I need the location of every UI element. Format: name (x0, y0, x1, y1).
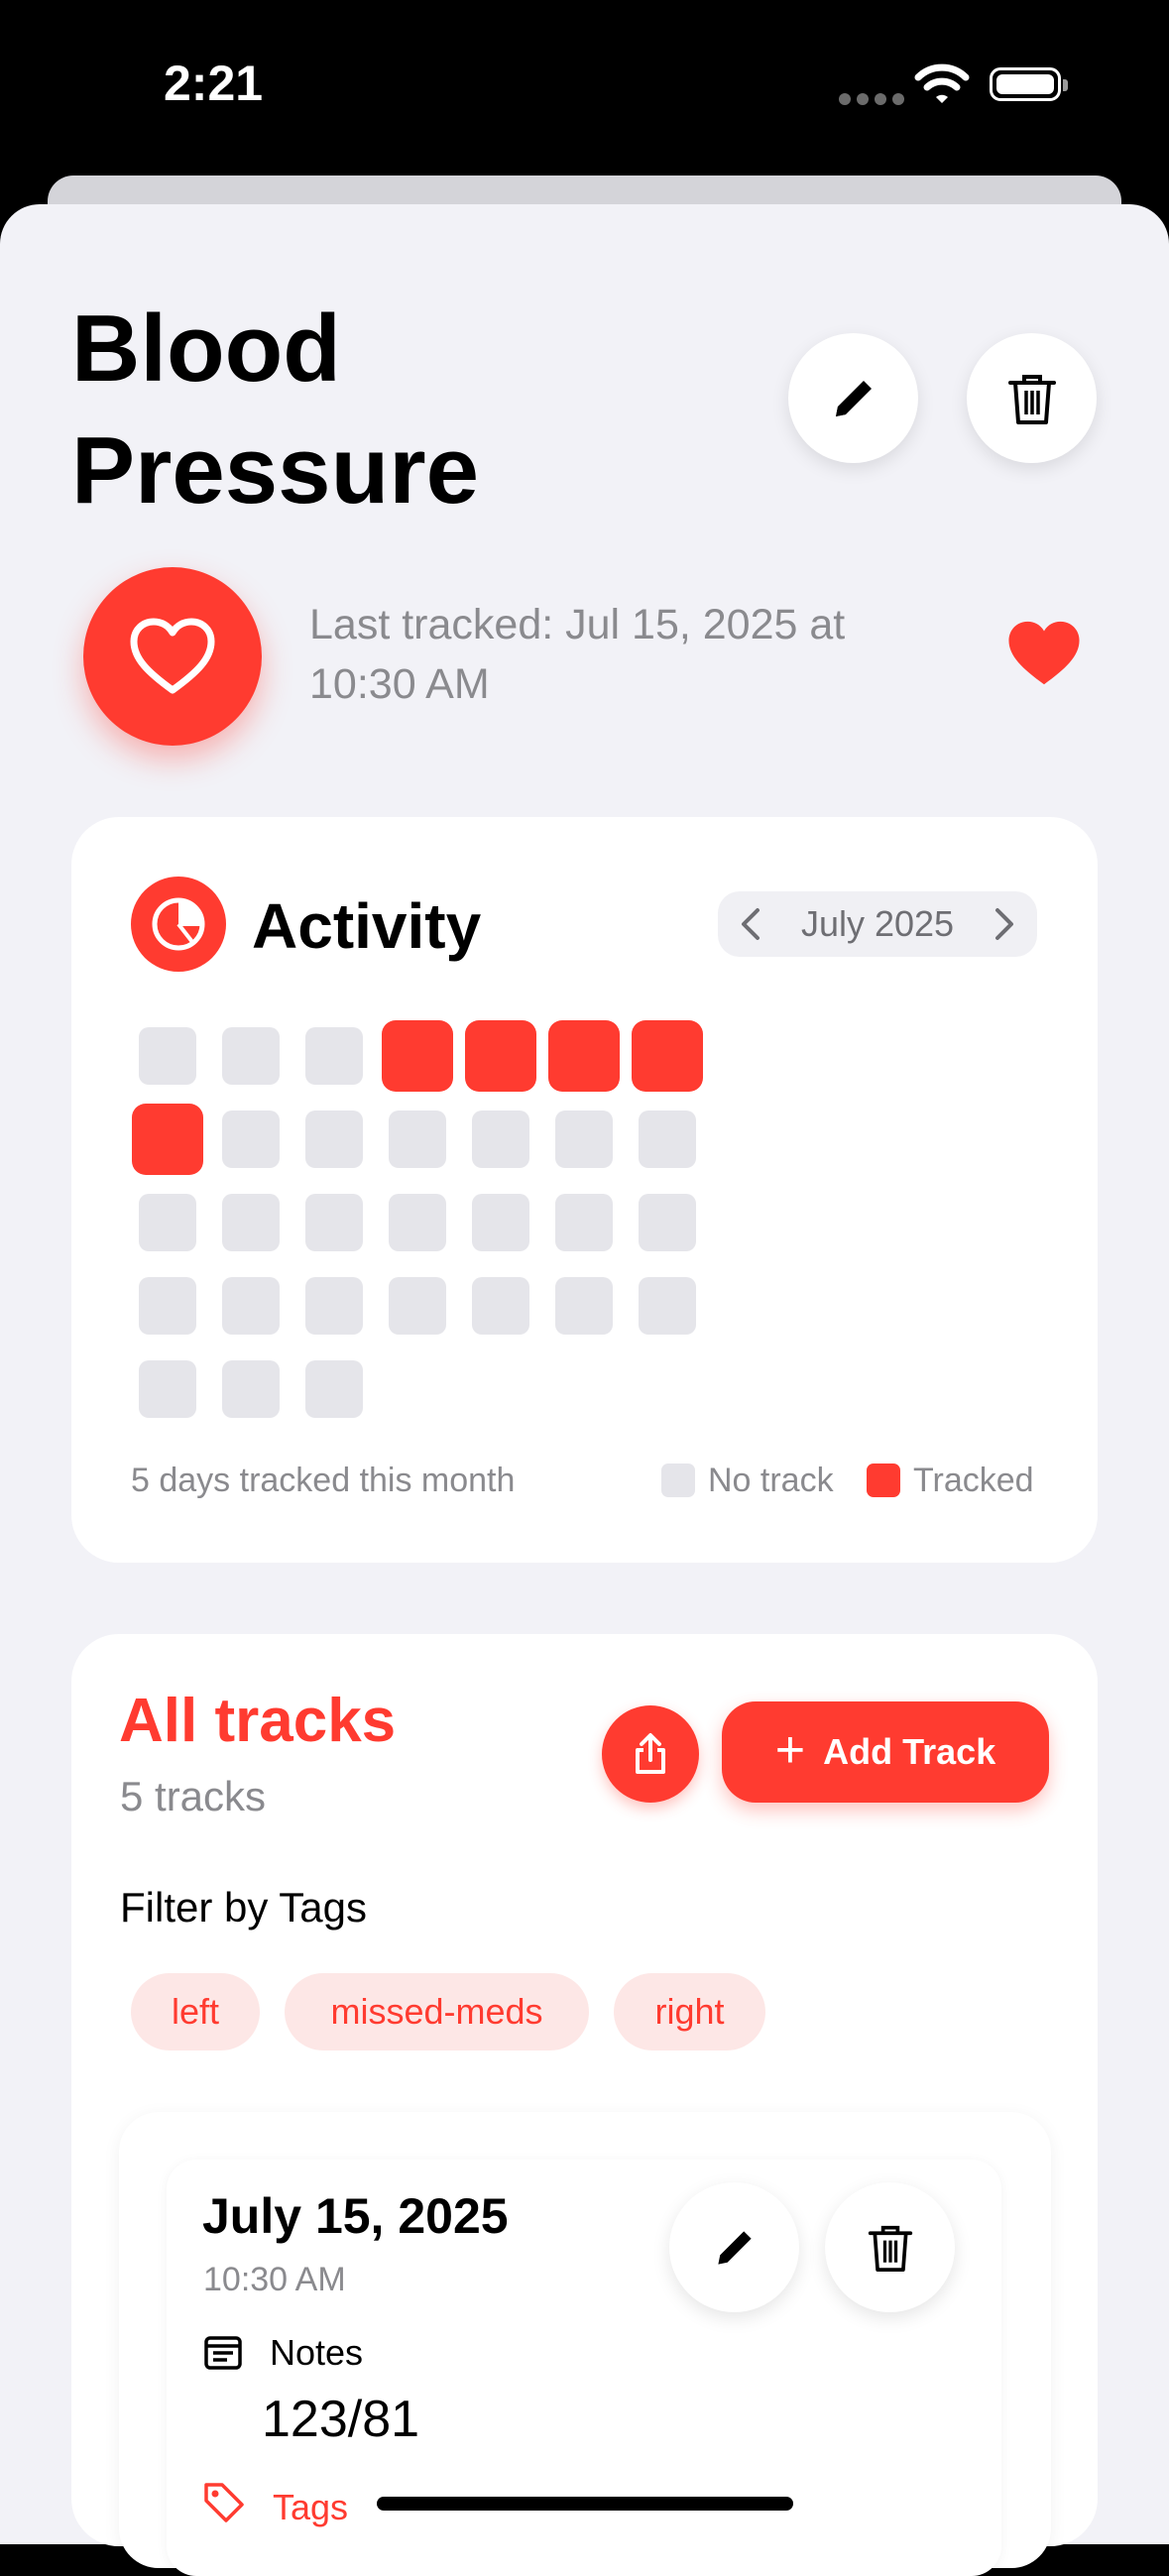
calendar-day[interactable] (389, 1277, 446, 1335)
calendar-day-tracked[interactable] (632, 1020, 703, 1092)
track-entry-edit-button[interactable] (669, 2182, 799, 2312)
share-button[interactable] (602, 1705, 699, 1803)
chevron-left-icon[interactable] (740, 907, 761, 941)
wifi-icon (914, 63, 970, 103)
tracks-count: 5 tracks (120, 1773, 267, 1819)
chevron-right-icon[interactable] (994, 907, 1015, 941)
activity-title: Activity (252, 890, 482, 962)
legend-tracked-label: Tracked (913, 1462, 1034, 1499)
calendar-day[interactable] (639, 1194, 696, 1251)
month-selector: July 2025 (718, 891, 1037, 957)
calendar-day[interactable] (139, 1194, 196, 1251)
tracks-title: All tracks (119, 1687, 397, 1755)
delete-button[interactable] (967, 333, 1097, 463)
calendar-day[interactable] (472, 1111, 529, 1168)
pencil-icon (835, 380, 872, 416)
calendar-day-tracked[interactable] (548, 1020, 620, 1092)
legend-no-track-label: No track (708, 1462, 834, 1499)
category-icon-badge (83, 567, 262, 746)
track-entry-delete-button[interactable] (825, 2182, 955, 2312)
calendar-day[interactable] (139, 1027, 196, 1085)
calendar-day-tracked[interactable] (132, 1104, 203, 1175)
battery-icon (990, 67, 1068, 101)
plus-icon: + (774, 1721, 806, 1779)
notes-icon (204, 2336, 242, 2370)
calendar-day[interactable] (222, 1027, 280, 1085)
add-track-button[interactable]: + Add Track (722, 1701, 1049, 1803)
notes-value: 123/81 (262, 2391, 420, 2448)
tag-icon (204, 2483, 244, 2522)
track-entry-time: 10:30 AM (203, 2261, 346, 2298)
calendar-day[interactable] (305, 1360, 363, 1418)
filter-by-tags-label: Filter by Tags (120, 1884, 367, 1931)
edit-button[interactable] (788, 333, 918, 463)
calendar-day[interactable] (305, 1277, 363, 1335)
pencil-icon (717, 2230, 752, 2265)
notes-label: Notes (270, 2332, 364, 2373)
calendar-day[interactable] (222, 1111, 280, 1168)
calendar-day[interactable] (472, 1277, 529, 1335)
calendar-day[interactable] (472, 1194, 529, 1251)
last-tracked-text: Last tracked: Jul 15, 2025 at 10:30 AM (309, 601, 846, 708)
calendar-day-tracked[interactable] (382, 1020, 453, 1092)
calendar-day[interactable] (139, 1277, 196, 1335)
tag-chip-missed-meds[interactable]: missed-meds (285, 1973, 589, 2050)
calendar-day[interactable] (555, 1111, 613, 1168)
tag-chip-left[interactable]: left (131, 1973, 260, 2050)
calendar-day[interactable] (305, 1027, 363, 1085)
days-tracked-summary: 5 days tracked this month (131, 1462, 516, 1499)
heart-outline-icon (130, 618, 215, 694)
status-time: 2:21 (164, 56, 264, 111)
calendar-day[interactable] (389, 1111, 446, 1168)
calendar-day[interactable] (305, 1194, 363, 1251)
calendar-day[interactable] (222, 1277, 280, 1335)
calendar-day[interactable] (555, 1277, 613, 1335)
calendar-day[interactable] (222, 1194, 280, 1251)
add-track-label: Add Track (823, 1731, 996, 1772)
legend-no-track-swatch (661, 1464, 695, 1497)
calendar-day[interactable] (389, 1194, 446, 1251)
calendar-day[interactable] (139, 1360, 196, 1418)
heart-filled-icon[interactable] (1005, 619, 1083, 688)
calendar-day[interactable] (555, 1194, 613, 1251)
pie-chart-icon (152, 897, 205, 951)
calendar-day[interactable] (639, 1277, 696, 1335)
calendar-day[interactable] (639, 1111, 696, 1168)
legend-tracked-swatch (867, 1464, 900, 1497)
calendar-day-tracked[interactable] (465, 1020, 536, 1092)
track-entry-date: July 15, 2025 (202, 2188, 509, 2244)
home-indicator (377, 2497, 793, 2511)
activity-badge (131, 877, 226, 972)
calendar-day[interactable] (305, 1111, 363, 1168)
month-label: July 2025 (800, 903, 955, 944)
trash-icon (1007, 374, 1056, 424)
calendar-day[interactable] (222, 1360, 280, 1418)
tag-chip-right[interactable]: right (614, 1973, 765, 2050)
trash-icon (868, 2225, 912, 2272)
share-icon (636, 1733, 665, 1774)
page-title: Blood Pressure (71, 295, 479, 524)
tags-label: Tags (273, 2487, 349, 2527)
